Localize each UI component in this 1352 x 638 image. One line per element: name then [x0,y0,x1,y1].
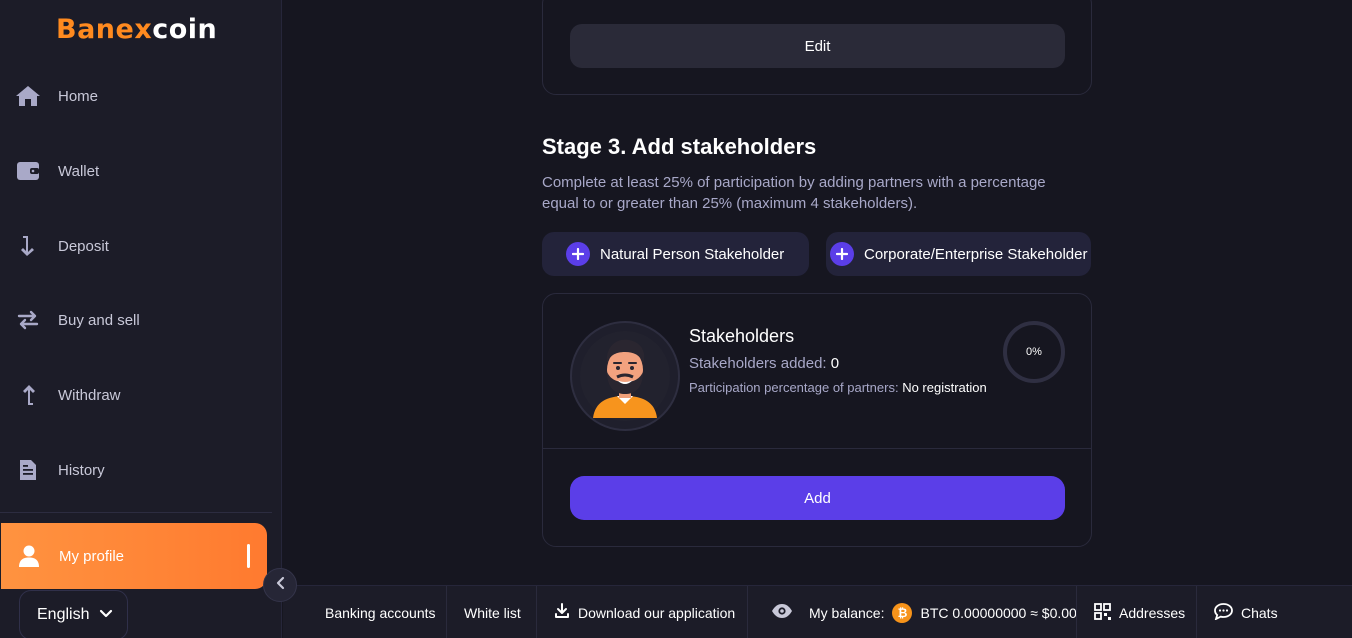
stakeholders-added-value: 0 [830,355,840,372]
stakeholders-card: Stakeholders Stakeholders added: 0 Parti… [542,293,1092,547]
sidebar-item-withdraw[interactable]: Withdraw [0,365,267,425]
sidebar-item-history[interactable]: History [0,440,267,500]
stakeholders-added-label: Stakeholders added: [689,355,827,372]
balance-value: BTC 0.00000000 ≈ $0.00 [920,604,1077,621]
stakeholders-title: Stakeholders [689,326,795,346]
option-label: Natural Person Stakeholder [600,245,785,263]
stage-description: Complete at least 25% of participation b… [542,174,1046,212]
add-stakeholder-button[interactable]: Add [570,476,1065,520]
wallet-icon [15,158,41,184]
chats-label: Chats [1241,604,1278,621]
sidebar-item-home[interactable]: Home [0,66,267,126]
participation-progress-ring: 0% [1003,321,1065,383]
chat-bubble-icon [1214,602,1233,623]
bottom-bar-divider [1076,586,1077,638]
app-root: Banexcoin Home Wallet Deposit Buy and se [0,0,1352,638]
addresses-label: Addresses [1119,604,1186,621]
sidebar-item-my-profile[interactable]: My profile [1,523,267,589]
chevron-left-icon [275,576,285,595]
sidebar: Banexcoin Home Wallet Deposit Buy and se [0,0,282,638]
sidebar-item-label: Wallet [58,162,100,180]
bottom-bar-divider [446,586,447,638]
deposit-arrow-icon [15,233,41,259]
participation-percentage-value: No registration [902,380,987,395]
white-list-label: White list [464,604,521,621]
language-label: English [37,606,90,623]
brand-logo[interactable]: Banexcoin [56,14,217,45]
home-icon [15,83,41,109]
participation-percentage: Participation percentage of partners: No… [689,380,987,395]
add-corporate-stakeholder-button[interactable]: Corporate/Enterprise Stakeholder [826,232,1091,276]
edit-button[interactable]: Edit [570,24,1065,68]
bottom-bar-divider [747,586,748,638]
stage-title: Stage 3. Add stakeholders [542,134,817,159]
eye-icon[interactable] [771,603,793,622]
withdraw-arrow-icon [15,382,41,408]
swap-arrows-icon [15,307,41,333]
sidebar-divider [0,512,272,513]
bearded-man-illustration-icon [580,331,670,421]
banking-accounts-link[interactable]: Banking accounts [325,586,436,638]
chevron-down-icon [99,606,113,624]
logo-text-part1: Banex [56,14,153,45]
banking-accounts-label: Banking accounts [325,604,436,621]
sidebar-item-buy-and-sell[interactable]: Buy and sell [0,290,267,350]
addresses-link[interactable]: Addresses [1094,586,1185,638]
download-app-label: Download our application [578,604,736,621]
balance-display: My balance: ₿ BTC 0.00000000 ≈ $0.00 [771,586,1077,638]
bottom-bar-divider [536,586,537,638]
chats-link[interactable]: Chats [1214,586,1278,638]
stakeholders-added: Stakeholders added: 0 [689,355,839,372]
sidebar-item-label: History [58,461,105,479]
progress-text: 0% [1026,346,1042,358]
balance-label: My balance: [809,604,885,621]
sidebar-item-wallet[interactable]: Wallet [0,141,267,201]
bottom-bar: Banking accounts White list Download our… [283,585,1352,638]
bottom-bar-divider [1196,586,1197,638]
qr-code-icon [1094,602,1111,623]
plus-icon [566,242,590,266]
avatar [570,321,680,431]
bitcoin-icon: ₿ [892,602,913,623]
option-label: Corporate/Enterprise Stakeholder [864,245,1088,263]
sidebar-item-label: Buy and sell [58,311,140,329]
download-app-link[interactable]: Download our application [554,586,735,638]
user-icon [16,543,42,569]
document-icon [15,457,41,483]
download-icon [554,603,570,622]
previous-stage-card: Edit [542,0,1092,95]
sidebar-item-label: Deposit [58,237,109,255]
active-indicator [247,544,250,568]
participation-percentage-label: Participation percentage of partners: [689,380,899,395]
card-divider [543,448,1091,449]
main-content: Edit Stage 3. Add stakeholders Complete … [283,0,1352,585]
collapse-sidebar-button[interactable] [263,568,297,602]
white-list-link[interactable]: White list [464,586,521,638]
sidebar-item-deposit[interactable]: Deposit [0,216,267,276]
sidebar-item-label: Withdraw [58,386,121,404]
plus-icon [830,242,854,266]
logo-text-part2: coin [152,14,218,45]
language-selector[interactable]: English [19,590,128,638]
sidebar-item-label: Home [58,87,99,105]
sidebar-item-label: My profile [59,547,125,565]
add-natural-person-stakeholder-button[interactable]: Natural Person Stakeholder [542,232,809,276]
